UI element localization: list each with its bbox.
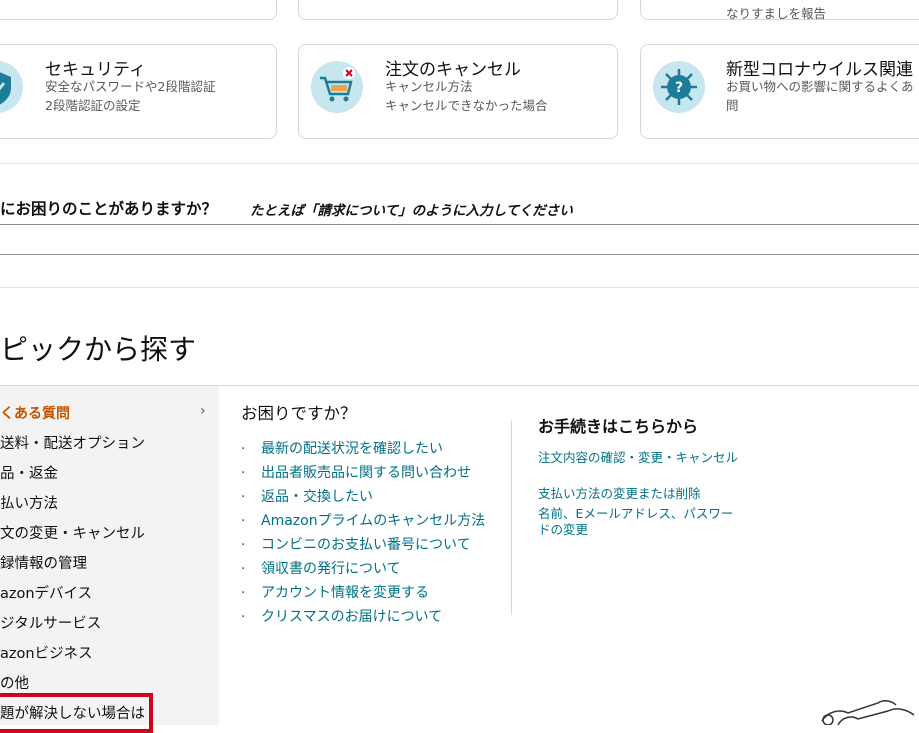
section-title: ピックから探す	[0, 333, 197, 366]
help-link[interactable]: · 出品者販売品に関する問い合わせ	[241, 462, 471, 482]
help-link[interactable]: · コンビニのお支払い番号について	[241, 534, 471, 554]
bullet-icon: ·	[241, 465, 246, 481]
card-covid[interactable]: ? 新型コロナウイルス関連 お買い物への影響に関するよくあ 問	[640, 44, 919, 139]
procedure-link[interactable]: 支払い方法の変更または削除	[538, 486, 743, 502]
bullet-icon: ·	[241, 609, 246, 625]
help-link[interactable]: · 最新の配送状況を確認したい	[241, 438, 443, 458]
tools-illustration-icon	[818, 693, 919, 726]
procedure-link[interactable]: 名前、Eメールアドレス、パスワードの変更	[538, 506, 743, 538]
shield-icon	[0, 61, 23, 113]
help-link-label: 出品者販売品に関する問い合わせ	[261, 465, 471, 481]
bullet-icon: ·	[241, 489, 246, 505]
divider	[0, 163, 919, 164]
card-desc-line: キャンセル方法	[385, 79, 473, 94]
cart-cancel-icon	[311, 61, 363, 113]
sidebar-item-faq[interactable]: くある質問	[0, 403, 70, 423]
topic-sidebar: くある質問 › 送料・配送オプション 品・返金 払い方法 文の変更・キャンセル …	[0, 386, 219, 725]
top-card-right-desc: なりすましを報告	[726, 6, 827, 21]
help-link-label: コンビニのお支払い番号について	[261, 537, 471, 553]
procedures-heading: お手続きはこちらから	[538, 417, 699, 436]
help-link-label: Amazonプライムのキャンセル方法	[261, 513, 486, 529]
bullet-icon: ·	[241, 513, 246, 529]
card-desc-line: 問	[726, 98, 739, 113]
column-divider	[511, 420, 512, 615]
card-desc-line: お買い物への影響に関するよくあ	[726, 79, 914, 94]
search-input[interactable]	[0, 224, 919, 255]
card-order-cancel[interactable]: 注文のキャンセル キャンセル方法 キャンセルできなかった場合	[298, 44, 618, 139]
bullet-icon: ·	[241, 441, 246, 457]
help-link[interactable]: · アカウント情報を変更する	[241, 582, 429, 602]
sidebar-item-devices[interactable]: azonデバイス	[0, 582, 92, 603]
help-link-label: 領収書の発行について	[261, 561, 401, 577]
card-desc-line: 2段階認証の設定	[45, 98, 141, 113]
help-link-label: 返品・交換したい	[261, 489, 373, 505]
help-link[interactable]: · 返品・交換したい	[241, 486, 373, 506]
sidebar-item-other[interactable]: の他	[0, 672, 29, 693]
help-link-label: 最新の配送状況を確認したい	[261, 441, 443, 457]
card-desc-line: 安全なパスワードや2段階認証	[45, 79, 216, 94]
search-question: にお困りのことがありますか？	[0, 200, 218, 218]
help-heading: お困りですか？	[241, 404, 357, 423]
bullet-icon: ·	[241, 585, 246, 601]
procedure-link[interactable]: 注文内容の確認・変更・キャンセル	[538, 450, 743, 466]
sidebar-item-order-change[interactable]: 文の変更・キャンセル	[0, 522, 145, 543]
bullet-icon: ·	[241, 561, 246, 577]
sidebar-item-shipping[interactable]: 送料・配送オプション	[0, 432, 145, 453]
sidebar-item-business[interactable]: azonビジネス	[0, 642, 93, 663]
top-card-left-partial[interactable]	[0, 0, 277, 20]
bullet-icon: ·	[241, 537, 246, 553]
sidebar-item-returns[interactable]: 品・返金	[0, 462, 58, 483]
help-link-label: アカウント情報を変更する	[261, 585, 429, 601]
sidebar-item-account[interactable]: 録情報の管理	[0, 552, 87, 573]
help-link-label: クリスマスのお届けについて	[261, 609, 443, 625]
help-link[interactable]: · 領収書の発行について	[241, 558, 401, 578]
chevron-right-icon: ›	[200, 403, 206, 419]
highlight-box	[0, 693, 153, 733]
top-card-right-partial[interactable]: なりすましを報告	[640, 0, 919, 21]
top-card-middle-partial[interactable]	[298, 0, 618, 20]
sidebar-item-payment[interactable]: 払い方法	[0, 492, 58, 513]
help-link[interactable]: · クリスマスのお届けについて	[241, 606, 442, 626]
virus-help-icon: ?	[653, 61, 705, 113]
search-example: たとえば「請求について」のように入力してください	[250, 203, 573, 219]
help-link[interactable]: · Amazonプライムのキャンセル方法	[241, 510, 485, 530]
card-security[interactable]: セキュリティ 安全なパスワードや2段階認証 2段階認証の設定	[0, 44, 277, 139]
divider	[0, 287, 919, 288]
svg-text:?: ?	[675, 80, 683, 96]
card-desc-line: キャンセルできなかった場合	[385, 98, 548, 113]
sidebar-item-digital[interactable]: ジタルサービス	[0, 612, 101, 633]
